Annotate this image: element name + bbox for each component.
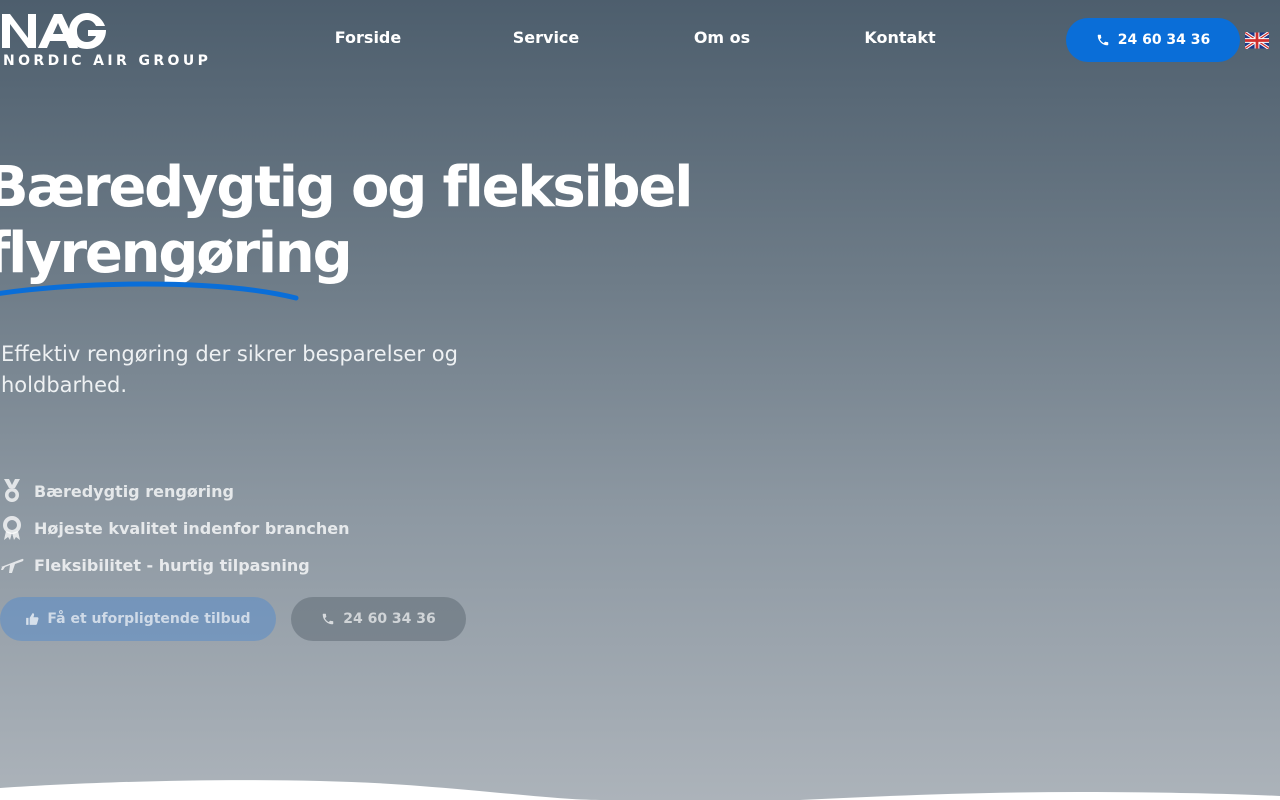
brand-name: NORDIC AIR GROUP bbox=[3, 53, 212, 69]
nav-item-forside[interactable]: Forside bbox=[335, 28, 401, 47]
call-button-label: 24 60 34 36 bbox=[343, 611, 436, 627]
get-offer-button[interactable]: Få et uforpligtende tilbud bbox=[0, 597, 276, 641]
call-button[interactable]: 24 60 34 36 bbox=[291, 597, 466, 641]
feature-item: Højeste kvalitet indenfor branchen bbox=[0, 515, 350, 541]
hero-title: Bæredygtig og fleksibel flyrengøring bbox=[0, 155, 693, 287]
uk-flag-icon[interactable] bbox=[1245, 32, 1269, 49]
plane-icon bbox=[1, 558, 24, 573]
get-offer-label: Få et uforpligtende tilbud bbox=[47, 611, 251, 627]
feature-label: Højeste kvalitet indenfor branchen bbox=[34, 518, 350, 538]
hero-title-line1: Bæredygtig og fleksibel bbox=[0, 155, 693, 220]
header-phone-button[interactable]: 24 60 34 36 bbox=[1066, 18, 1240, 62]
award-icon bbox=[3, 516, 21, 540]
thumbs-up-icon bbox=[26, 613, 39, 625]
title-underline-decoration bbox=[0, 281, 299, 301]
feature-label: Fleksibilitet - hurtig tilpasning bbox=[34, 555, 310, 575]
hero-subtitle: Effektiv rengøring der sikrer besparelse… bbox=[1, 342, 458, 397]
header-phone-label: 24 60 34 36 bbox=[1117, 32, 1211, 48]
nav-item-om-os[interactable]: Om os bbox=[694, 28, 750, 47]
feature-item: Bæredygtig rengøring bbox=[0, 478, 234, 504]
nav-item-kontakt[interactable]: Kontakt bbox=[864, 28, 935, 47]
site-header: NORDIC AIR GROUP Forside Service Om os K… bbox=[0, 0, 1280, 80]
feature-label: Bæredygtig rengøring bbox=[34, 481, 234, 501]
medal-icon bbox=[4, 479, 20, 502]
feature-item: Fleksibilitet - hurtig tilpasning bbox=[0, 552, 310, 578]
phone-icon bbox=[322, 613, 334, 625]
phone-icon bbox=[1097, 34, 1108, 46]
bottom-wave-divider bbox=[0, 780, 1280, 800]
nav-item-service[interactable]: Service bbox=[513, 28, 580, 47]
